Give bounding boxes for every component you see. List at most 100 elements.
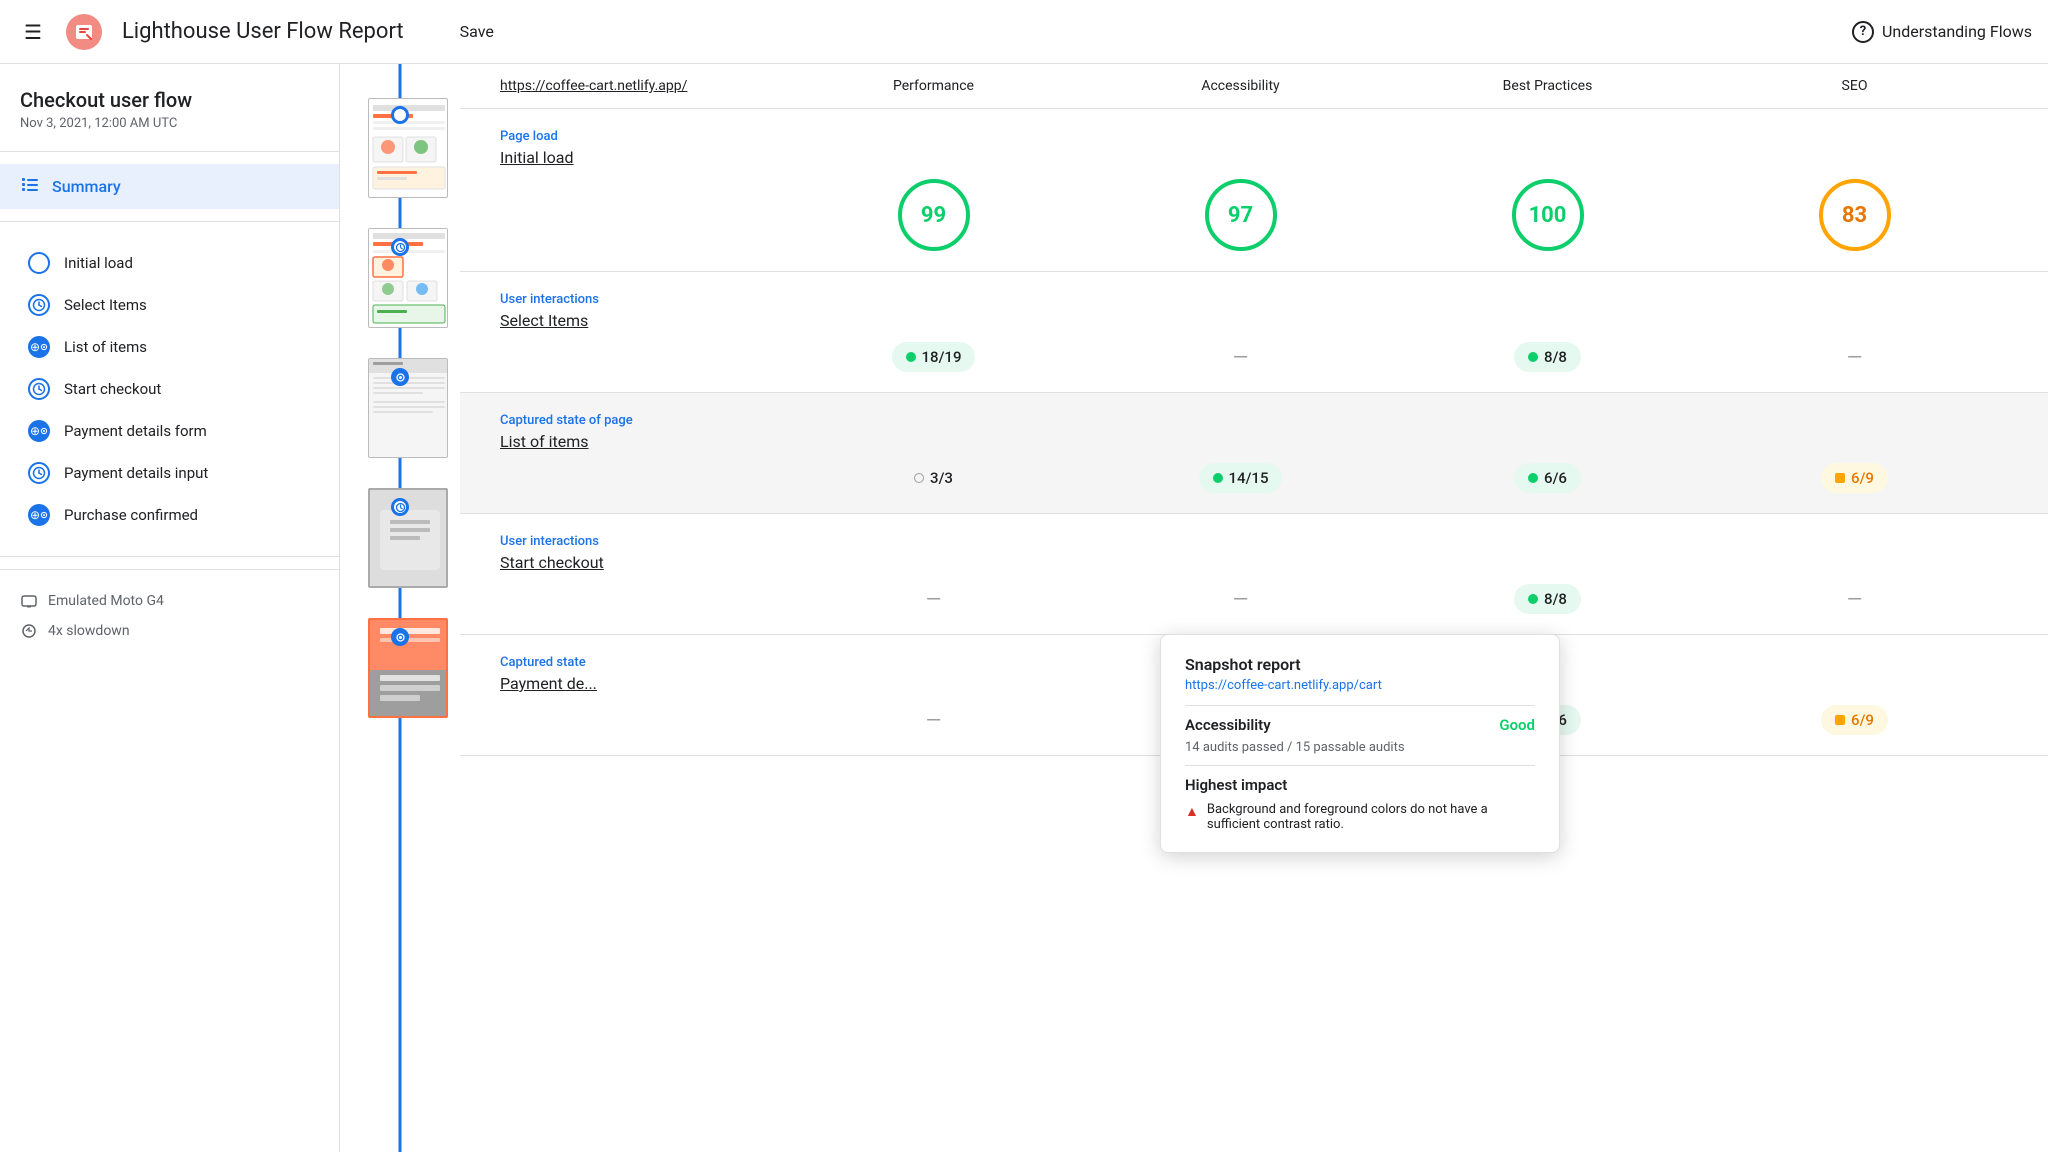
tooltip-impact-text: Background and foreground colors do not … (1207, 802, 1535, 832)
badge-value-6-9-captured: 6/9 (1851, 711, 1874, 729)
device-item: Emulated Moto G4 (20, 586, 319, 616)
badge-value-14-15: 14/15 (1229, 469, 1269, 487)
sidebar-item-start-checkout[interactable]: Start checkout (0, 368, 339, 410)
sidebar-nav: Initial load Select Items (0, 234, 339, 544)
score-access-initial: 97 (1087, 179, 1394, 251)
tooltip-section-name: Accessibility (1185, 716, 1271, 734)
sidebar-device: Emulated Moto G4 4x slowdown (0, 569, 339, 662)
warning-triangle-icon: ▲ (1185, 803, 1199, 820)
col-seo: SEO (1701, 78, 2008, 94)
badge-value-8-8-select: 8/8 (1544, 348, 1567, 366)
badge-value-8-8-checkout: 8/8 (1544, 590, 1567, 608)
nav-label-payment-form: Payment details form (64, 422, 207, 440)
save-button[interactable]: Save (444, 14, 510, 49)
badge-14-15: 14/15 (1199, 463, 1283, 493)
top-nav: ☰ Lighthouse User Flow Report Save ? Und… (0, 0, 2048, 64)
score-seo-select: — (1701, 345, 2008, 369)
badge-6-6-list: 6/6 (1514, 463, 1581, 493)
score-value-97: 97 (1228, 203, 1253, 228)
sidebar-divider-2 (0, 221, 339, 222)
score-access-checkout: — (1087, 587, 1394, 611)
dot-green-3 (1213, 473, 1223, 483)
circle-100: 100 (1512, 179, 1584, 251)
report-url[interactable]: https://coffee-cart.netlify.app/ (500, 78, 687, 94)
circle-97: 97 (1205, 179, 1277, 251)
circle-icon-initial (28, 252, 50, 274)
dash-5: — (1847, 587, 1863, 611)
section-name-initial[interactable]: Initial load (500, 148, 2008, 167)
section-type-list: Captured state of page (500, 413, 2008, 428)
hamburger-icon[interactable]: ☰ (16, 12, 50, 52)
score-value-100: 100 (1529, 203, 1567, 228)
report-header-row: https://coffee-cart.netlify.app/ Perform… (460, 64, 2048, 109)
help-button[interactable]: ? Understanding Flows (1852, 21, 2032, 43)
nav-label-initial: Initial load (64, 254, 133, 272)
timeline-item-initial (340, 84, 460, 198)
dot-green-4 (1528, 473, 1538, 483)
score-perf-initial: 99 (780, 179, 1087, 251)
report-section-start-checkout: User interactions Start checkout — — 8/8 (460, 514, 2048, 635)
badge-3-3: 3/3 (900, 463, 967, 493)
score-bp-list: 6/6 (1394, 463, 1701, 493)
tooltip-url[interactable]: https://coffee-cart.netlify.app/cart (1185, 678, 1535, 693)
slowdown-label: 4x slowdown (48, 623, 130, 639)
badge-value-3-3: 3/3 (930, 469, 953, 487)
score-perf-list: 3/3 (780, 463, 1087, 493)
score-seo-captured: 6/9 (1701, 705, 2008, 735)
circle-83: 83 (1819, 179, 1891, 251)
dot-gray-1 (914, 473, 924, 483)
tooltip-section-title: Accessibility Good (1185, 716, 1535, 734)
badge-value-18-19: 18/19 (922, 348, 962, 366)
report-area: https://coffee-cart.netlify.app/ Perform… (460, 64, 2048, 1152)
clock-icon-checkout (28, 378, 50, 400)
dot-orange-1 (1835, 473, 1845, 483)
col-accessibility: Accessibility (1087, 78, 1394, 94)
timeline-column (340, 64, 460, 1152)
score-value-99: 99 (921, 203, 946, 228)
tooltip-section-status: Good (1499, 716, 1535, 734)
col-best-practices: Best Practices (1394, 78, 1701, 94)
report-section-initial-load: Page load Initial load 99 97 (460, 109, 2048, 272)
sidebar-item-initial-load[interactable]: Initial load (0, 242, 339, 284)
sidebar-item-purchase[interactable]: Purchase confirmed (0, 494, 339, 536)
report-section-list-items: Captured state of page List of items 3/3 (460, 393, 2048, 514)
section-name-list[interactable]: List of items (500, 432, 2008, 451)
badge-6-9-list: 6/9 (1821, 463, 1888, 493)
col-performance: Performance (780, 78, 1087, 94)
sidebar-item-payment-input[interactable]: Payment details input (0, 452, 339, 494)
slowdown-item: 4x slowdown (20, 616, 319, 646)
flow-title: Checkout user flow (20, 88, 319, 112)
list-icon (20, 174, 40, 199)
sidebar-item-payment-form[interactable]: Payment details form (0, 410, 339, 452)
help-label: Understanding Flows (1882, 22, 2032, 41)
sidebar-item-list-of-items[interactable]: List of items (0, 326, 339, 368)
score-value-83: 83 (1842, 203, 1867, 228)
tooltip-title: Snapshot report (1185, 655, 1535, 674)
app-title: Lighthouse User Flow Report (122, 19, 404, 44)
sidebar-divider-1 (0, 151, 339, 152)
score-seo-initial: 83 (1701, 179, 2008, 251)
dash-2: — (1847, 345, 1863, 369)
dash-4: — (1233, 587, 1249, 611)
score-bp-checkout: 8/8 (1394, 584, 1701, 614)
circle-99: 99 (898, 179, 970, 251)
badge-8-8-checkout: 8/8 (1514, 584, 1581, 614)
nav-label-select: Select Items (64, 296, 147, 314)
score-seo-list: 6/9 (1701, 463, 2008, 493)
section-name-checkout[interactable]: Start checkout (500, 553, 2008, 572)
question-icon: ? (1852, 21, 1874, 43)
dot-green-1 (906, 352, 916, 362)
nav-label-list: List of items (64, 338, 147, 356)
timeline-item-select (340, 228, 460, 328)
section-name-select[interactable]: Select Items (500, 311, 2008, 330)
sidebar-item-select-items[interactable]: Select Items (0, 284, 339, 326)
score-bp-select: 8/8 (1394, 342, 1701, 372)
badge-value-6-9-list: 6/9 (1851, 469, 1874, 487)
summary-label: Summary (52, 177, 121, 196)
badge-18-19: 18/19 (892, 342, 976, 372)
sidebar-summary-item[interactable]: Summary (0, 164, 339, 209)
score-perf-select: 18/19 (780, 342, 1087, 372)
score-access-select: — (1087, 345, 1394, 369)
snapshot-icon-list (28, 336, 50, 358)
device-label: Emulated Moto G4 (48, 593, 164, 609)
